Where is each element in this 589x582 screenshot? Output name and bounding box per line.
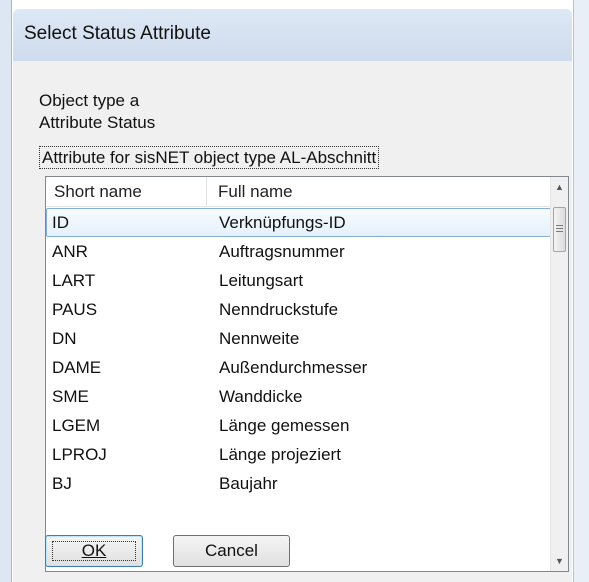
column-divider[interactable] <box>206 177 207 206</box>
full-name-cell: Auftragsnummer <box>219 242 345 261</box>
scroll-up-icon[interactable]: ▲ <box>551 178 568 196</box>
cancel-button[interactable]: Cancel <box>173 535 290 567</box>
full-name-cell: Länge projeziert <box>219 445 341 464</box>
cancel-button-label: Cancel <box>205 541 258 560</box>
short-name-cell: ID <box>52 213 69 232</box>
column-header-full-name[interactable]: Full name <box>218 182 293 202</box>
focus-ring <box>52 541 136 561</box>
object-type-label: Object type a <box>39 91 140 110</box>
list-rows: ID Verknüpfungs-ID ANR Auftragsnummer LA… <box>46 208 551 498</box>
window-left-border <box>0 0 12 582</box>
scroll-down-icon[interactable]: ▼ <box>551 552 568 570</box>
dialog-title: Select Status Attribute <box>24 23 211 44</box>
dialog-client-area: Object type a Attribute Status Attribute… <box>13 61 572 582</box>
list-row[interactable]: DAME Außendurchmesser <box>46 353 551 382</box>
full-name-cell: Außendurchmesser <box>219 358 368 377</box>
full-name-cell: Leitungsart <box>219 271 304 290</box>
full-name-cell: Wanddicke <box>219 387 303 406</box>
thumb-grip <box>556 231 563 232</box>
full-name-cell: Verknüpfungs-ID <box>219 213 346 232</box>
short-name-cell: PAUS <box>52 300 98 319</box>
list-row[interactable]: LART Leitungsart <box>46 266 551 295</box>
full-name-cell: Nenndruckstufe <box>219 300 339 319</box>
vertical-scrollbar[interactable]: ▲ ▼ <box>550 177 568 571</box>
list-row[interactable]: ANR Auftragsnummer <box>46 237 551 266</box>
short-name-cell: BJ <box>52 474 72 493</box>
scroll-thumb[interactable] <box>553 207 566 252</box>
list-row[interactable]: LPROJ Länge projeziert <box>46 440 551 469</box>
full-name-cell: Baujahr <box>219 474 278 493</box>
short-name-cell: LART <box>52 271 96 290</box>
list-row[interactable]: LGEM Länge gemessen <box>46 411 551 440</box>
full-name-cell: Länge gemessen <box>219 416 350 435</box>
list-row[interactable]: BJ Baujahr <box>46 469 551 498</box>
attribute-label: Attribute Status <box>39 113 156 132</box>
list-row[interactable]: PAUS Nenndruckstufe <box>46 295 551 324</box>
attribute-list[interactable]: Short name Full name ID Verknüpfungs-ID … <box>45 176 569 572</box>
short-name-cell: LGEM <box>52 416 101 435</box>
column-header-short-name[interactable]: Short name <box>54 182 142 202</box>
list-header: Short name Full name <box>46 177 551 207</box>
thumb-grip <box>556 225 563 226</box>
window-right-border <box>573 0 589 582</box>
thumb-grip <box>556 228 563 229</box>
ok-button[interactable]: OK <box>45 535 143 567</box>
short-name-cell: LPROJ <box>52 445 107 464</box>
list-row[interactable]: ID Verknüpfungs-ID <box>46 208 551 237</box>
short-name-cell: SME <box>52 387 89 406</box>
select-status-attribute-dialog: Select Status Attribute Object type a At… <box>0 0 589 582</box>
list-row[interactable]: DN Nennweite <box>46 324 551 353</box>
attribute-group-label: Attribute for sisNET object type AL-Absc… <box>39 146 380 169</box>
full-name-cell: Nennweite <box>219 329 300 348</box>
title-bar[interactable]: Select Status Attribute <box>13 9 572 61</box>
short-name-cell: DN <box>52 329 77 348</box>
short-name-cell: DAME <box>52 358 102 377</box>
short-name-cell: ANR <box>52 242 88 261</box>
list-row[interactable]: SME Wanddicke <box>46 382 551 411</box>
